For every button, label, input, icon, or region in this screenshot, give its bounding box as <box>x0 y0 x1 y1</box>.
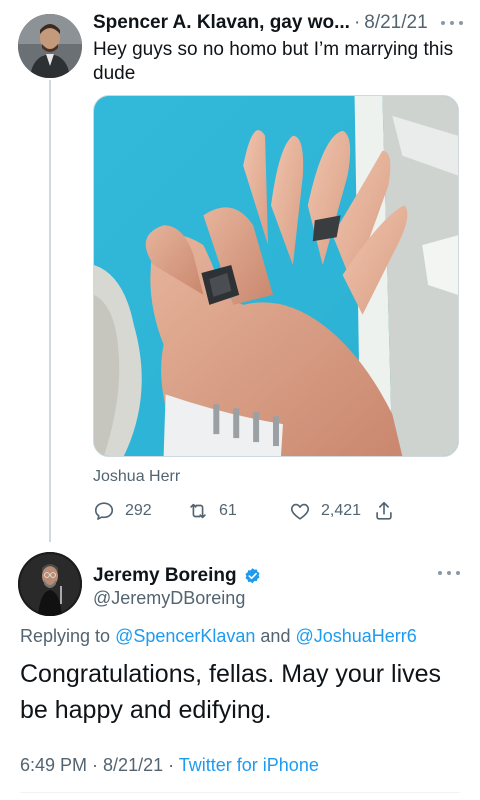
reply-count: 292 <box>125 502 152 519</box>
tweet-date[interactable]: 8/21/21 <box>364 12 427 34</box>
avatar-spencer-image <box>18 14 82 78</box>
thread-connector-line <box>49 80 51 542</box>
reply-author-name[interactable]: Jeremy Boreing <box>93 565 262 587</box>
author-name[interactable]: Spencer A. Klavan, gay wo... <box>93 12 350 34</box>
verified-icon <box>245 567 260 583</box>
reply-button[interactable]: 292 <box>93 500 152 522</box>
tweet-action-bar: 292 61 2,421 <box>93 500 413 526</box>
mention-link[interactable]: @SpencerKlavan <box>115 626 255 646</box>
reply-icon <box>94 502 114 520</box>
parent-tweet-text: Hey guys so no homo but I’m marrying thi… <box>93 39 454 84</box>
retweet-icon <box>190 503 206 519</box>
like-icon <box>290 503 310 520</box>
replying-to: Replying to @SpencerKlavan and @JoshuaHe… <box>20 626 417 647</box>
reply-tweet-text: Congratulations, fellas. May your lives … <box>20 660 442 724</box>
tweet-photo[interactable] <box>93 95 459 457</box>
avatar-spencer[interactable] <box>18 14 82 78</box>
replying-prefix: Replying to <box>20 626 116 646</box>
mention-joiner: and <box>255 626 296 646</box>
retweet-count: 61 <box>219 502 237 519</box>
more-icon[interactable] <box>441 12 463 34</box>
reply-author-name-text: Jeremy Boreing <box>93 565 237 586</box>
tweet-date[interactable]: 8/21/21 <box>103 755 163 775</box>
more-icon[interactable] <box>438 562 460 584</box>
share-button[interactable] <box>373 500 395 522</box>
divider <box>20 792 460 793</box>
avatar-jeremy[interactable] <box>18 552 82 616</box>
mention-link[interactable]: @JoshuaHerr6 <box>295 626 416 646</box>
separator-dot: · <box>87 755 104 775</box>
like-count: 2,421 <box>321 502 362 519</box>
avatar-jeremy-image <box>18 552 82 616</box>
parent-tweet-header: Spencer A. Klavan, gay wo... · 8/21/21 <box>93 10 463 36</box>
tweet-time[interactable]: 6:49 PM <box>20 755 87 775</box>
like-button[interactable]: 2,421 <box>289 500 361 522</box>
reply-author-handle[interactable]: @JeremyDBoreing <box>93 588 245 609</box>
hands-rings-photo <box>94 96 458 456</box>
tweet-source-link[interactable]: Twitter for iPhone <box>179 755 319 775</box>
separator-dot: · <box>163 755 179 775</box>
retweet-button[interactable]: 61 <box>187 500 237 522</box>
tweet-meta: 6:49 PM · 8/21/21 · Twitter for iPhone <box>20 755 319 776</box>
share-icon <box>376 501 392 520</box>
media-credit[interactable]: Joshua Herr <box>93 468 180 486</box>
separator-dot: · <box>353 12 361 33</box>
